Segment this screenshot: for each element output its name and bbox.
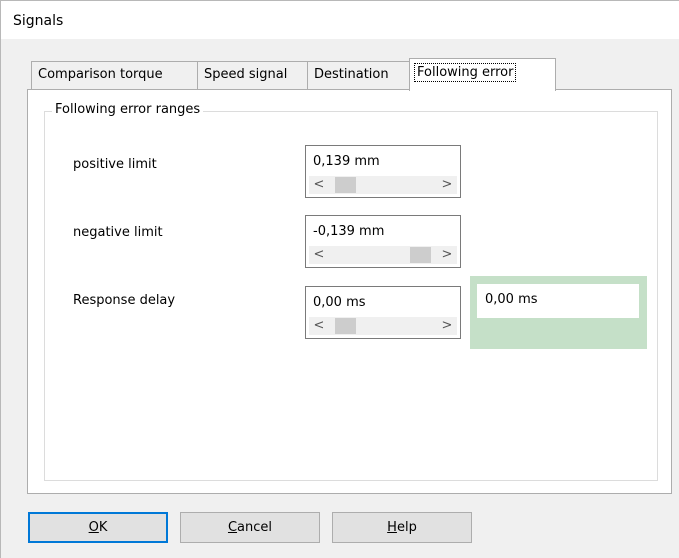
signals-dialog: Signals Comparison torque Speed signal D… xyxy=(0,0,679,558)
scroll-left-icon[interactable]: < xyxy=(311,176,327,194)
cancel-label: ancel xyxy=(237,520,273,535)
ok-button[interactable]: OK xyxy=(28,512,168,543)
positive-limit-value: 0,139 mm xyxy=(313,154,380,169)
cancel-button[interactable]: Cancel xyxy=(180,512,320,543)
slider-thumb[interactable] xyxy=(335,177,357,193)
readout-value: 0,00 ms xyxy=(485,292,538,307)
response-delay-label: Response delay xyxy=(73,293,176,308)
positive-limit-field[interactable]: 0,139 mm < > xyxy=(305,145,461,198)
response-delay-readout: 0,00 ms xyxy=(477,284,639,318)
tab-following-error[interactable]: Following error xyxy=(409,58,556,91)
tab-speed-signal[interactable]: Speed signal xyxy=(197,61,308,89)
help-label: elp xyxy=(396,520,417,535)
ok-accelerator: O xyxy=(88,520,99,535)
ok-label: K xyxy=(98,520,108,535)
response-delay-scrollbar[interactable]: < > xyxy=(309,317,457,335)
slider-thumb[interactable] xyxy=(409,247,431,263)
response-delay-field[interactable]: 0,00 ms < > xyxy=(305,286,461,339)
negative-limit-value: -0,139 mm xyxy=(313,224,385,239)
tab-comparison-torque[interactable]: Comparison torque xyxy=(31,61,198,89)
negative-limit-field[interactable]: -0,139 mm < > xyxy=(305,215,461,268)
help-button[interactable]: Help xyxy=(332,512,472,543)
tab-label: Destination xyxy=(314,67,389,82)
title-bar: Signals xyxy=(1,1,679,39)
scroll-right-icon[interactable]: > xyxy=(439,246,455,264)
scroll-right-icon[interactable]: > xyxy=(439,317,455,335)
scroll-right-icon[interactable]: > xyxy=(439,176,455,194)
scroll-left-icon[interactable]: < xyxy=(311,317,327,335)
positive-limit-label: positive limit xyxy=(73,157,157,172)
positive-limit-scrollbar[interactable]: < > xyxy=(309,176,457,194)
scroll-left-icon[interactable]: < xyxy=(311,246,327,264)
tab-label: Comparison torque xyxy=(38,67,163,82)
cancel-accelerator: C xyxy=(227,520,238,535)
slider-thumb[interactable] xyxy=(335,318,357,334)
help-accelerator: H xyxy=(387,520,397,535)
tab-label: Following error xyxy=(413,63,517,82)
negative-limit-label: negative limit xyxy=(73,225,163,240)
tab-label: Speed signal xyxy=(204,67,288,82)
window-title: Signals xyxy=(13,13,64,29)
group-title: Following error ranges xyxy=(52,102,204,117)
tab-destination[interactable]: Destination xyxy=(307,61,410,89)
negative-limit-scrollbar[interactable]: < > xyxy=(309,246,457,264)
response-delay-value: 0,00 ms xyxy=(313,295,366,310)
